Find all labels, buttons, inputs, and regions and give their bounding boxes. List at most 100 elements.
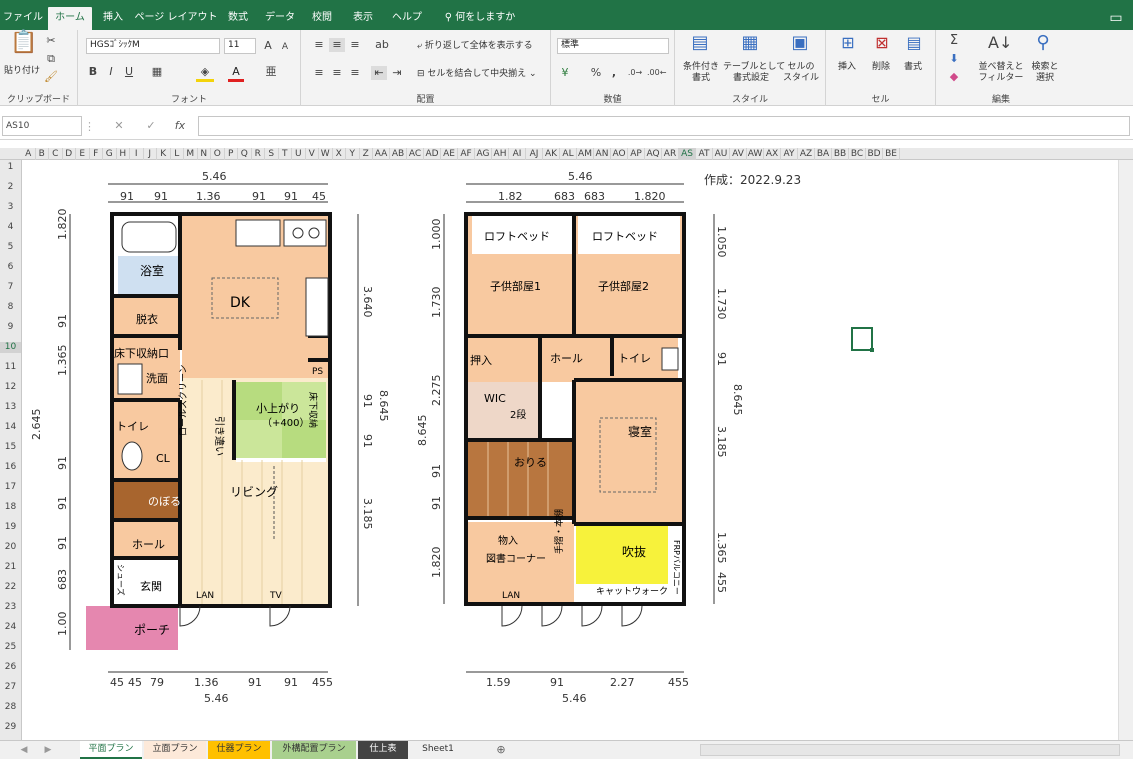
column-header[interactable]: AS bbox=[679, 148, 696, 160]
row-header[interactable]: 24 bbox=[0, 622, 21, 633]
row-header[interactable]: 16 bbox=[0, 462, 21, 473]
row-header[interactable]: 27 bbox=[0, 682, 21, 693]
sheet-tab-floor-plan[interactable]: 平面プラン bbox=[80, 741, 142, 759]
column-header[interactable]: W bbox=[319, 148, 333, 160]
tab-home[interactable]: ホーム bbox=[48, 7, 92, 30]
tab-view[interactable]: 表示 bbox=[342, 7, 384, 30]
column-header[interactable]: D bbox=[63, 148, 76, 160]
font-color-icon[interactable]: A bbox=[228, 65, 244, 82]
currency-icon[interactable]: ¥ bbox=[557, 66, 573, 80]
column-header[interactable]: A bbox=[22, 148, 36, 160]
column-header[interactable]: AA bbox=[373, 148, 390, 160]
row-header[interactable]: 29 bbox=[0, 722, 21, 733]
sort-filter-button[interactable]: 並べ替えと フィルター bbox=[976, 62, 1026, 84]
column-header[interactable]: U bbox=[292, 148, 306, 160]
row-header[interactable]: 14 bbox=[0, 422, 21, 433]
row-header[interactable]: 13 bbox=[0, 402, 21, 413]
italic-icon[interactable]: I bbox=[104, 65, 118, 79]
percent-icon[interactable]: % bbox=[589, 66, 603, 80]
row-header[interactable]: 19 bbox=[0, 522, 21, 533]
shrink-font-icon[interactable]: A bbox=[278, 40, 292, 54]
column-header[interactable]: AB bbox=[390, 148, 407, 160]
phonetic-icon[interactable]: 亜 bbox=[264, 65, 278, 79]
copy-icon[interactable]: ⧉ bbox=[44, 52, 58, 66]
fill-color-icon[interactable]: ◈ bbox=[196, 65, 214, 82]
column-header[interactable]: AQ bbox=[645, 148, 662, 160]
cell-styles-button[interactable]: セルの スタイル bbox=[781, 62, 821, 84]
paste-icon[interactable]: 📋 bbox=[10, 32, 37, 62]
prev-sheet-icon[interactable]: ◀ bbox=[18, 743, 30, 757]
align-right-icon[interactable]: ≡ bbox=[347, 66, 363, 80]
column-header[interactable]: I bbox=[130, 148, 144, 160]
comma-icon[interactable]: , bbox=[607, 66, 621, 80]
column-header[interactable]: M bbox=[184, 148, 198, 160]
wrap-text-button[interactable]: ⤶ 折り返して全体を表示する bbox=[417, 41, 533, 52]
clear-icon[interactable]: ◆ bbox=[946, 70, 962, 84]
column-header[interactable]: AI bbox=[509, 148, 526, 160]
column-header[interactable]: F bbox=[90, 148, 103, 160]
column-header[interactable]: AL bbox=[560, 148, 577, 160]
column-header[interactable]: BD bbox=[866, 148, 883, 160]
column-header[interactable]: C bbox=[49, 148, 63, 160]
column-header[interactable]: AW bbox=[747, 148, 764, 160]
merge-center-button[interactable]: ⊟ セルを結合して中央揃え ⌄ bbox=[417, 69, 537, 80]
decrease-indent-icon[interactable]: ⇤ bbox=[371, 66, 387, 80]
column-header[interactable]: AF bbox=[458, 148, 475, 160]
column-header[interactable]: AY bbox=[781, 148, 798, 160]
find-select-button[interactable]: 検索と 選択 bbox=[1028, 62, 1062, 84]
row-header[interactable]: 22 bbox=[0, 582, 21, 593]
row-header[interactable]: 23 bbox=[0, 602, 21, 613]
column-header[interactable]: AE bbox=[441, 148, 458, 160]
cancel-icon[interactable]: ✕ bbox=[112, 119, 126, 133]
next-sheet-icon[interactable]: ▶ bbox=[42, 743, 54, 757]
delete-cells-button[interactable]: 削除 bbox=[872, 62, 890, 73]
row-header[interactable]: 21 bbox=[0, 562, 21, 573]
column-header[interactable]: E bbox=[76, 148, 90, 160]
conditional-format-icon[interactable]: ▤ bbox=[689, 34, 711, 58]
row-header[interactable]: 25 bbox=[0, 642, 21, 653]
align-middle-icon[interactable]: ≡ bbox=[329, 38, 345, 52]
cell-styles-icon[interactable]: ▣ bbox=[789, 34, 811, 58]
column-header[interactable]: O bbox=[211, 148, 225, 160]
tab-file[interactable]: ファイル bbox=[2, 7, 44, 30]
tab-insert[interactable]: 挿入 bbox=[96, 7, 130, 30]
row-header[interactable]: 10 bbox=[0, 342, 21, 353]
decrease-decimal-icon[interactable]: .00← bbox=[647, 66, 666, 80]
sheet-tab-finish[interactable]: 仕上表 bbox=[358, 741, 408, 759]
align-top-icon[interactable]: ≡ bbox=[311, 38, 327, 52]
column-header[interactable]: K bbox=[157, 148, 171, 160]
column-header[interactable]: S bbox=[265, 148, 279, 160]
column-header[interactable]: Y bbox=[346, 148, 360, 160]
format-painter-icon[interactable]: 🖌 bbox=[44, 70, 58, 84]
row-header[interactable]: 4 bbox=[0, 222, 21, 233]
column-header[interactable]: AC bbox=[407, 148, 424, 160]
row-header[interactable]: 12 bbox=[0, 382, 21, 393]
column-header[interactable]: P bbox=[225, 148, 238, 160]
bold-icon[interactable]: B bbox=[86, 65, 100, 79]
format-cells-icon[interactable]: ▤ bbox=[904, 35, 924, 56]
column-header[interactable]: AJ bbox=[526, 148, 543, 160]
row-header[interactable]: 8 bbox=[0, 302, 21, 313]
insert-function-icon[interactable]: fx bbox=[172, 119, 188, 133]
column-header[interactable]: H bbox=[117, 148, 130, 160]
column-header[interactable]: Q bbox=[238, 148, 252, 160]
column-header[interactable]: AD bbox=[424, 148, 441, 160]
column-header[interactable]: L bbox=[171, 148, 184, 160]
column-header[interactable]: G bbox=[103, 148, 117, 160]
row-header[interactable]: 28 bbox=[0, 702, 21, 713]
sheet-tab-elevation[interactable]: 立面プラン bbox=[144, 741, 206, 759]
row-header[interactable]: 1 bbox=[0, 162, 21, 173]
column-header[interactable]: AU bbox=[713, 148, 730, 160]
column-header[interactable]: N bbox=[198, 148, 211, 160]
row-header[interactable]: 26 bbox=[0, 662, 21, 673]
increase-decimal-icon[interactable]: .0→ bbox=[627, 66, 643, 80]
align-left-icon[interactable]: ≡ bbox=[311, 66, 327, 80]
column-header[interactable]: V bbox=[306, 148, 319, 160]
row-header[interactable]: 9 bbox=[0, 322, 21, 333]
row-header[interactable]: 11 bbox=[0, 362, 21, 373]
column-header[interactable]: AP bbox=[628, 148, 645, 160]
row-header[interactable]: 20 bbox=[0, 542, 21, 553]
autosum-icon[interactable]: Σ bbox=[946, 34, 962, 48]
column-header[interactable]: AR bbox=[662, 148, 679, 160]
row-header[interactable]: 17 bbox=[0, 482, 21, 493]
